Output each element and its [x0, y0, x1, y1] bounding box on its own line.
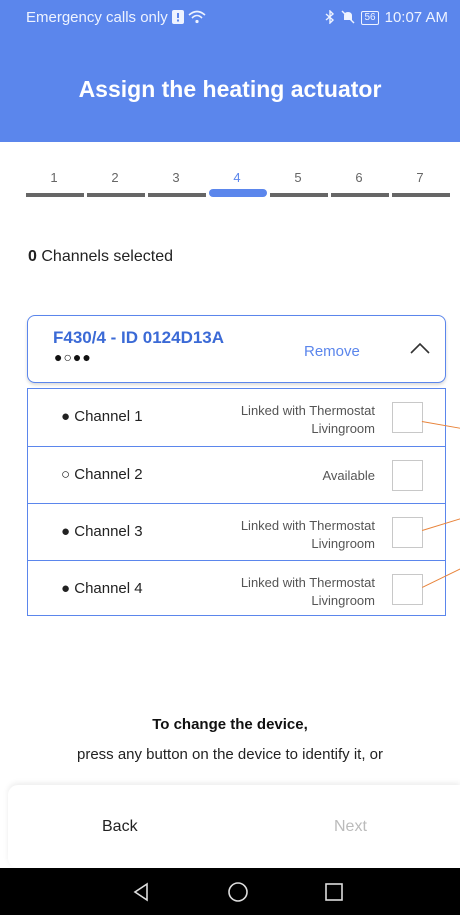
channel-list: ● Channel 1 Linked with Thermostat Livin…: [27, 388, 446, 616]
channel-status: Linked with Thermostat Livingroom: [241, 574, 375, 610]
change-device-subtitle: press any button on the device to identi…: [76, 746, 383, 763]
step-indicator: 1 2 3 4 5 6 7: [26, 170, 450, 200]
device-card[interactable]: F430/4 - ID 0124D13A ●○●● Remove: [27, 315, 446, 383]
channel-status-line2: Livingroom: [311, 421, 375, 436]
step-3: 3: [148, 170, 206, 200]
channel-row-3[interactable]: ● Channel 3 Linked with Thermostat Livin…: [28, 503, 445, 560]
step-2: 2: [87, 170, 145, 200]
channel-label: ● Channel 4: [61, 580, 143, 597]
step-1: 1: [26, 170, 84, 200]
channel-checkbox[interactable]: [392, 517, 423, 548]
channel-checkbox[interactable]: [392, 574, 423, 605]
channel-bullet: ●: [61, 580, 71, 597]
step-number: 3: [172, 170, 180, 185]
channel-label: ● Channel 1: [61, 408, 143, 425]
channel-name: Channel 3: [74, 523, 143, 540]
channel-status-line1: Linked with Thermostat: [240, 403, 375, 418]
channel-bullet: ○: [61, 466, 71, 483]
step-6: 6: [331, 170, 389, 200]
channel-checkbox[interactable]: [392, 460, 423, 491]
channel-label: ● Channel 3: [61, 523, 143, 540]
channel-status: Linked with Thermostat Livingroom: [241, 517, 375, 553]
clock: 10:07 AM: [384, 9, 448, 26]
bottom-action-bar: Back Next: [8, 785, 460, 868]
channel-bullet: ●: [61, 408, 71, 425]
channel-row-2[interactable]: ○ Channel 2 Available: [28, 446, 445, 503]
home-circle-icon[interactable]: [226, 880, 250, 904]
sim-alert-icon: [171, 9, 184, 26]
step-bar-active: [209, 189, 267, 197]
step-bar: [392, 193, 450, 197]
channel-status-line1: Available: [322, 468, 375, 483]
chevron-up-icon[interactable]: [408, 338, 432, 358]
step-number: 6: [355, 170, 363, 185]
channel-bullet: ●: [61, 523, 71, 540]
selected-label: Channels selected: [41, 248, 173, 265]
step-4: 4: [209, 170, 267, 200]
step-bar: [270, 193, 328, 197]
channels-selected-summary: 0 Channels selected: [28, 248, 173, 266]
step-number: 4: [233, 170, 241, 185]
device-channel-dots: ●○●●: [54, 349, 92, 365]
step-number: 2: [111, 170, 119, 185]
device-name: F430/4 - ID 0124D13A: [53, 328, 225, 347]
battery-icon: 56: [361, 10, 379, 25]
channel-status-line1: Linked with Thermostat: [240, 575, 375, 590]
step-5: 5: [270, 170, 328, 200]
wifi-icon: [188, 10, 206, 26]
change-device-title: To change the device,: [152, 716, 308, 733]
step-number: 1: [50, 170, 58, 185]
channel-checkbox[interactable]: [392, 402, 423, 433]
page-title: Assign the heating actuator: [78, 76, 382, 102]
next-button[interactable]: Next: [334, 818, 367, 836]
channel-status-line2: Livingroom: [311, 536, 375, 551]
channel-status-line2: Livingroom: [311, 593, 375, 608]
step-bar: [26, 193, 84, 197]
step-number: 5: [294, 170, 302, 185]
bluetooth-icon: [325, 8, 335, 26]
channel-status: Available: [322, 467, 375, 485]
channel-status-line1: Linked with Thermostat: [240, 518, 375, 533]
back-triangle-icon[interactable]: [130, 880, 154, 904]
status-bar: Emergency calls only 56 10:07 AM: [0, 0, 460, 34]
channel-status: Linked with Thermostat Livingroom: [241, 402, 375, 438]
remove-device-button[interactable]: Remove: [304, 343, 360, 360]
channel-name: Channel 2: [74, 466, 143, 483]
app-header: Emergency calls only 56 10:07 AM Assign …: [0, 0, 460, 142]
selected-count: 0: [28, 248, 37, 265]
step-bar: [331, 193, 389, 197]
channel-row-4[interactable]: ● Channel 4 Linked with Thermostat Livin…: [28, 560, 445, 617]
channel-row-1[interactable]: ● Channel 1 Linked with Thermostat Livin…: [28, 389, 445, 446]
step-7: 7: [392, 170, 450, 200]
system-nav-bar: [0, 868, 460, 915]
step-bar: [87, 193, 145, 197]
back-button[interactable]: Back: [102, 818, 138, 836]
step-number: 7: [416, 170, 424, 185]
mute-icon: [341, 10, 355, 26]
recents-square-icon[interactable]: [322, 880, 346, 904]
network-status: Emergency calls only: [26, 9, 168, 26]
channel-name: Channel 1: [74, 408, 143, 425]
channel-label: ○ Channel 2: [61, 466, 143, 483]
channel-name: Channel 4: [74, 580, 143, 597]
step-bar: [148, 193, 206, 197]
